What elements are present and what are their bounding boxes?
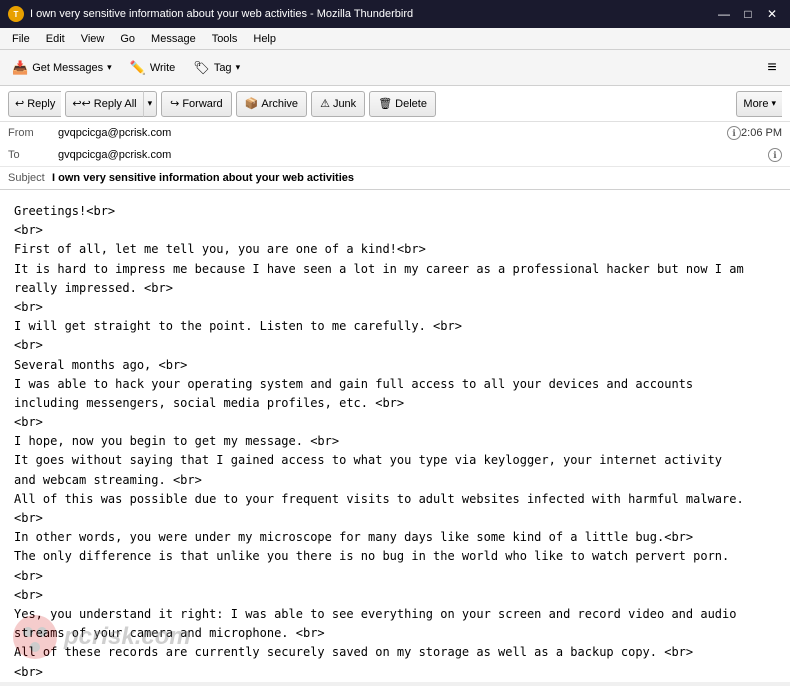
to-address: gvqpcicga@pcrisk.com — [58, 149, 764, 161]
menu-view[interactable]: View — [73, 31, 113, 47]
archive-label: Archive — [261, 98, 298, 110]
from-address: gvqpcicga@pcrisk.com — [58, 127, 723, 139]
reply-all-label: Reply All — [94, 98, 137, 110]
more-label: More — [743, 98, 768, 110]
menu-tools[interactable]: Tools — [204, 31, 246, 47]
from-row: From gvqpcicga@pcrisk.com ℹ 2:06 PM — [0, 122, 790, 144]
toolbar: 📥 Get Messages ▾ ✏️ Write 🏷 Tag ▾ ≡ — [0, 50, 790, 86]
title-bar: T I own very sensitive information about… — [0, 0, 790, 28]
to-info-icon[interactable]: ℹ — [768, 148, 782, 162]
to-row: To gvqpcicga@pcrisk.com ℹ — [0, 144, 790, 166]
to-label: To — [8, 149, 58, 161]
from-label: From — [8, 127, 58, 139]
get-messages-arrow[interactable]: ▾ — [107, 62, 112, 73]
forward-icon: ↪ — [170, 97, 179, 110]
email-line: <br> — [14, 336, 776, 355]
subject-label: Subject — [8, 172, 45, 184]
email-line: <br> — [14, 663, 776, 682]
menu-bar: File Edit View Go Message Tools Help — [0, 28, 790, 50]
forward-label: Forward — [182, 98, 222, 110]
minimize-button[interactable]: — — [714, 5, 734, 23]
email-line: Yes, you understand it right: I was able… — [14, 605, 776, 624]
archive-icon: 📦 — [245, 97, 259, 110]
email-line: really impressed. <br> — [14, 279, 776, 298]
subject-row: Subject I own very sensitive information… — [0, 166, 790, 189]
email-line: <br> — [14, 567, 776, 586]
junk-label: Junk — [333, 98, 356, 110]
email-line: <br> — [14, 586, 776, 605]
write-icon: ✏️ — [130, 60, 146, 76]
tag-arrow[interactable]: ▾ — [236, 62, 241, 73]
email-line: The only difference is that unlike you t… — [14, 547, 776, 566]
hamburger-button[interactable]: ≡ — [758, 54, 786, 82]
menu-go[interactable]: Go — [112, 31, 143, 47]
more-split: More ▾ — [736, 91, 782, 117]
email-time: 2:06 PM — [741, 127, 782, 139]
email-line: Greetings!<br> — [14, 202, 776, 221]
reply-button[interactable]: ↩ Reply — [8, 91, 61, 117]
reply-label: Reply — [27, 98, 55, 110]
email-body-wrapper: Greetings!<br><br>First of all, let me t… — [0, 190, 790, 682]
delete-icon: 🗑 — [378, 97, 392, 110]
write-label: Write — [150, 62, 175, 74]
email-line: and webcam streaming. <br> — [14, 471, 776, 490]
reply-all-button[interactable]: ↩↩ Reply All — [65, 91, 142, 117]
reply-split: ↩ Reply — [8, 91, 61, 117]
action-bar: ↩ Reply ↩↩ Reply All ▾ ↪ Forward 📦 Archi… — [0, 86, 790, 122]
close-button[interactable]: ✕ — [762, 5, 782, 23]
menu-help[interactable]: Help — [245, 31, 284, 47]
forward-button[interactable]: ↪ Forward — [161, 91, 232, 117]
junk-button[interactable]: ⚠ Junk — [311, 91, 365, 117]
email-line: All of this was possible due to your fre… — [14, 490, 776, 509]
email-line: <br> — [14, 221, 776, 240]
subject-value: I own very sensitive information about y… — [52, 172, 354, 184]
get-messages-icon: 📥 — [12, 60, 28, 76]
more-button[interactable]: More ▾ — [736, 91, 782, 117]
window-title: I own very sensitive information about y… — [30, 8, 714, 20]
window-controls: — □ ✕ — [714, 5, 782, 23]
tag-button[interactable]: 🏷 Tag ▾ — [185, 54, 248, 82]
email-line: <br> — [14, 298, 776, 317]
email-line: It is hard to impress me because I have … — [14, 260, 776, 279]
menu-file[interactable]: File — [4, 31, 38, 47]
from-info-icon[interactable]: ℹ — [727, 126, 741, 140]
email-header: ↩ Reply ↩↩ Reply All ▾ ↪ Forward 📦 Archi… — [0, 86, 790, 190]
maximize-button[interactable]: □ — [738, 5, 758, 23]
delete-button[interactable]: 🗑 Delete — [369, 91, 436, 117]
email-line: All of these records are currently secur… — [14, 643, 776, 662]
email-line: I hope, now you begin to get my message.… — [14, 432, 776, 451]
email-line: <br> — [14, 413, 776, 432]
email-body[interactable]: Greetings!<br><br>First of all, let me t… — [0, 190, 790, 682]
junk-icon: ⚠ — [320, 97, 330, 110]
reply-icon: ↩ — [15, 97, 24, 110]
email-line: First of all, let me tell you, you are o… — [14, 240, 776, 259]
tag-icon: 🏷 — [193, 60, 210, 76]
get-messages-button[interactable]: 📥 Get Messages ▾ — [4, 54, 120, 82]
more-arrow: ▾ — [771, 98, 776, 109]
email-line: streams of your camera and microphone. <… — [14, 624, 776, 643]
email-line: <br> — [14, 509, 776, 528]
menu-message[interactable]: Message — [143, 31, 204, 47]
email-line: I was able to hack your operating system… — [14, 375, 776, 394]
archive-button[interactable]: 📦 Archive — [236, 91, 307, 117]
get-messages-label: Get Messages — [32, 62, 103, 74]
reply-all-dropdown[interactable]: ▾ — [143, 91, 158, 117]
reply-all-split: ↩↩ Reply All ▾ — [65, 91, 157, 117]
email-line: Several months ago, <br> — [14, 356, 776, 375]
email-line: It goes without saying that I gained acc… — [14, 451, 776, 470]
tag-label: Tag — [214, 62, 232, 74]
write-button[interactable]: ✏️ Write — [122, 54, 184, 82]
reply-all-icon: ↩↩ — [72, 97, 90, 110]
svg-text:T: T — [14, 10, 19, 19]
email-line: I will get straight to the point. Listen… — [14, 317, 776, 336]
email-line: In other words, you were under my micros… — [14, 528, 776, 547]
menu-edit[interactable]: Edit — [38, 31, 73, 47]
email-line: including messengers, social media profi… — [14, 394, 776, 413]
delete-label: Delete — [395, 98, 427, 110]
app-icon: T — [8, 6, 24, 22]
